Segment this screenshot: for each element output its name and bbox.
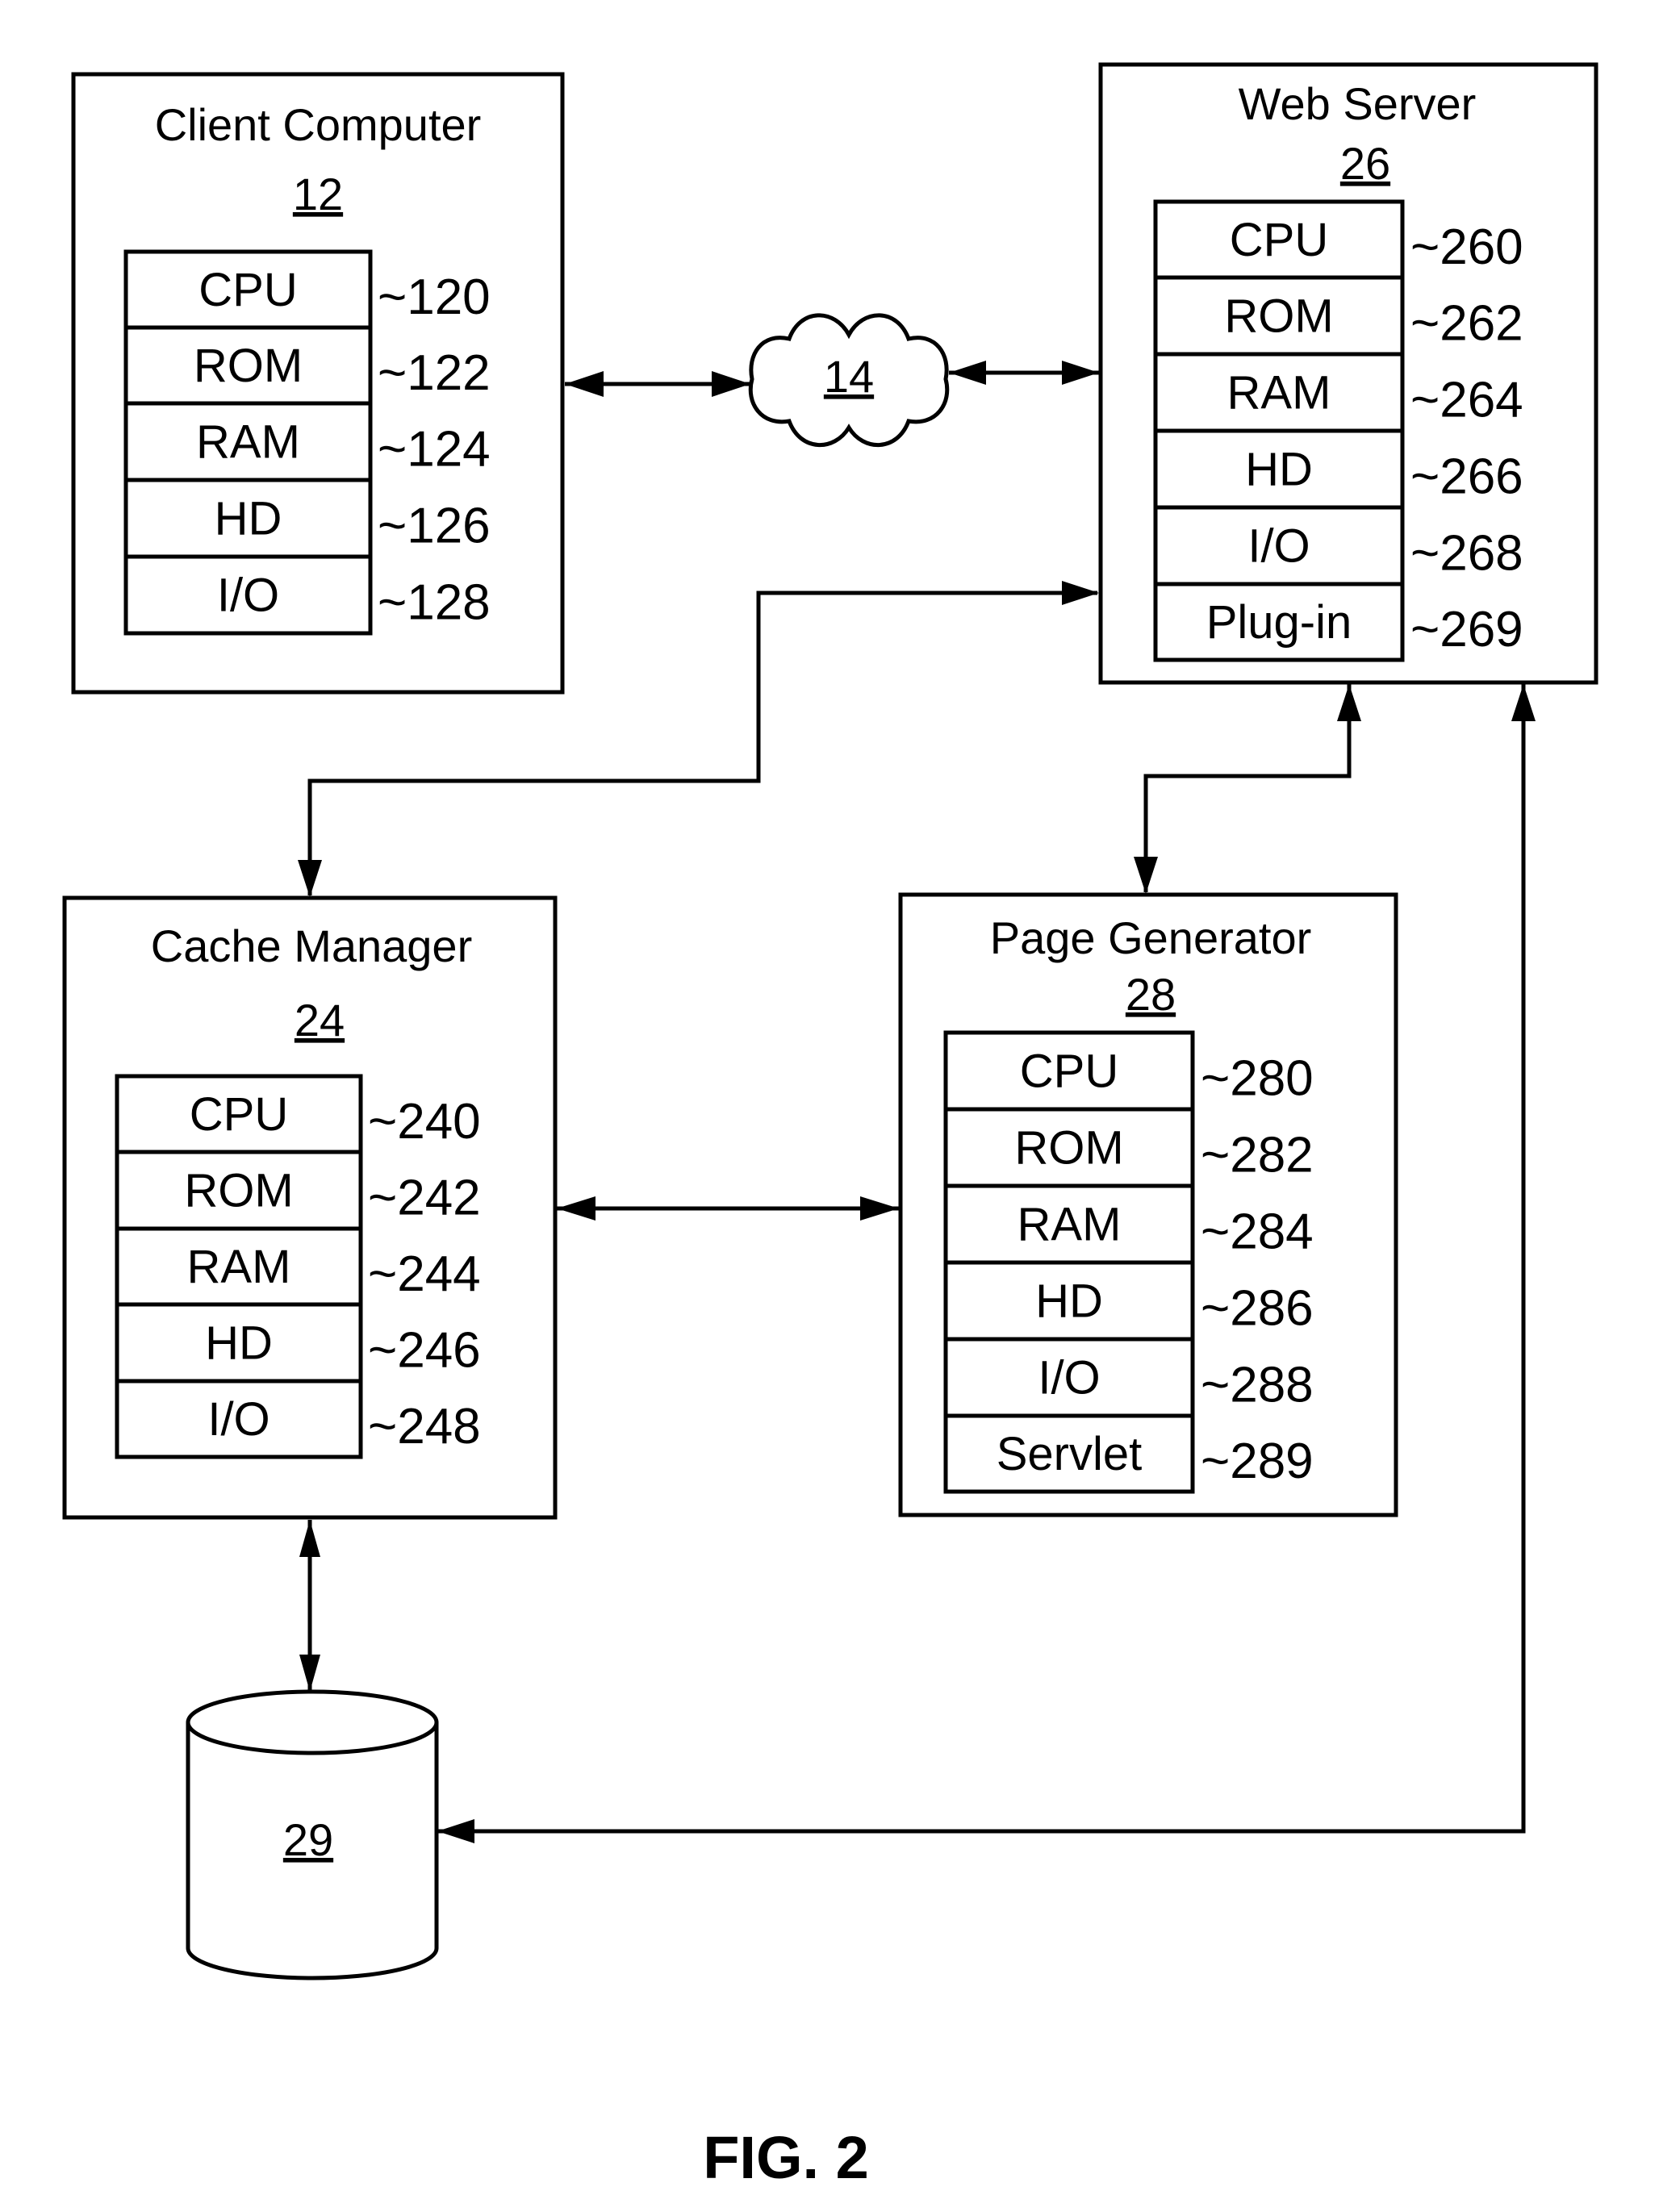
- component-ref-number: ~268: [1410, 526, 1523, 582]
- page-generator-node: Page Generator 28 CPU ~280 ROM ~282 RAM ~284 H…: [898, 892, 1398, 1517]
- component-label: CPU: [198, 264, 297, 316]
- component-label: RAM: [1227, 367, 1331, 419]
- client-computer-node: Client Computer 12 CPU ~120 ROM ~122 RAM ~124…: [71, 72, 565, 695]
- cache-manager-components: CPU ~240 ROM ~242 RAM ~244 HD ~246 I/O ~248: [115, 1074, 481, 1459]
- component-label: RAM: [1018, 1199, 1122, 1251]
- component-label: Plug-in: [1206, 596, 1352, 649]
- component-label: CPU: [190, 1088, 288, 1141]
- arrowhead-to-webserver-from-pagegen: [1337, 684, 1361, 721]
- component-ref-number: ~122: [378, 345, 491, 401]
- component-ref-number: ~246: [368, 1323, 481, 1379]
- component-ref-number: ~282: [1201, 1128, 1314, 1183]
- client-computer-ref: 12: [293, 169, 343, 219]
- arrowhead-to-webserver-from-network: [1062, 361, 1099, 385]
- system-diagram: Client Computer 12 CPU ~120 ROM ~122 RAM ~124…: [62, 62, 1598, 2191]
- network-cloud: 14: [748, 313, 950, 448]
- web-server-title: Web Server: [1239, 78, 1477, 129]
- component-label: Servlet: [997, 1428, 1143, 1480]
- component-label: ROM: [194, 340, 303, 392]
- component-label: ROM: [1224, 290, 1333, 343]
- figure-label: FIG. 2: [703, 2124, 869, 2191]
- component-ref-number: ~240: [368, 1094, 481, 1150]
- database-top: [186, 1689, 439, 1755]
- component-ref-number: ~284: [1201, 1204, 1314, 1260]
- component-label: I/O: [207, 1393, 270, 1446]
- component-label: HD: [1245, 444, 1313, 496]
- component-ref-number: ~248: [368, 1399, 481, 1454]
- component-label: ROM: [1014, 1122, 1123, 1175]
- component-ref-number: ~286: [1201, 1281, 1314, 1337]
- component-ref-number: ~262: [1410, 296, 1523, 352]
- cache-manager-node: Cache Manager 24 CPU ~240 ROM ~242 RAM ~244 HD…: [62, 895, 558, 1520]
- database-ref: 29: [283, 1814, 333, 1865]
- arrowhead-to-cache-from-webserver: [298, 860, 322, 897]
- component-label: RAM: [196, 416, 300, 469]
- component-label: CPU: [1230, 214, 1328, 266]
- database-cylinder: 29: [186, 1689, 439, 1980]
- arrowhead-to-pagegen-from-cache: [860, 1196, 899, 1221]
- component-label: HD: [1035, 1275, 1103, 1328]
- component-label: HD: [215, 493, 282, 545]
- component-label: HD: [205, 1317, 273, 1370]
- arrowhead-to-client: [565, 371, 604, 397]
- component-ref-number: ~264: [1410, 373, 1523, 428]
- arrowhead-to-database-from-cache: [299, 1655, 320, 1692]
- web-server-node: Web Server 26 CPU ~260 ROM ~262 RAM ~264 HD ~26…: [1098, 62, 1598, 685]
- arrowhead-to-cache-from-database: [299, 1520, 320, 1557]
- component-label: ROM: [184, 1165, 293, 1217]
- component-label: RAM: [187, 1241, 291, 1293]
- arrowhead-to-cache-from-pagegen: [557, 1196, 595, 1221]
- component-ref-number: ~126: [378, 499, 491, 554]
- web-server-ref: 26: [1340, 138, 1390, 189]
- arrowhead-to-webserver-from-cache: [1062, 581, 1099, 605]
- component-ref-number: ~242: [368, 1171, 481, 1226]
- arrowhead-to-network-left: [712, 371, 750, 397]
- component-ref-number: ~269: [1410, 602, 1523, 657]
- arrowhead-to-pagegen-from-webserver: [1134, 857, 1158, 894]
- component-ref-number: ~124: [378, 422, 491, 478]
- component-label: CPU: [1020, 1045, 1118, 1098]
- component-label: I/O: [1247, 520, 1310, 573]
- network-ref: 14: [824, 351, 874, 402]
- cache-manager-ref: 24: [295, 995, 345, 1045]
- component-ref-number: ~266: [1410, 449, 1523, 505]
- component-ref-number: ~244: [368, 1246, 481, 1302]
- component-ref-number: ~260: [1410, 219, 1523, 275]
- component-ref-number: ~120: [378, 269, 491, 325]
- client-computer-title: Client Computer: [155, 99, 482, 150]
- component-ref-number: ~280: [1201, 1051, 1314, 1107]
- arrowhead-to-database-from-webserver: [437, 1819, 474, 1843]
- component-label: I/O: [217, 570, 279, 622]
- client-computer-components: CPU ~120 ROM ~122 RAM ~124 HD ~126 I/O ~128: [123, 249, 491, 636]
- component-ref-number: ~288: [1201, 1358, 1314, 1413]
- cache-manager-title: Cache Manager: [151, 920, 472, 971]
- connector-webserver-pagegen: [1143, 684, 1352, 892]
- page-generator-title: Page Generator: [990, 912, 1311, 963]
- page-generator-ref: 28: [1126, 969, 1176, 1020]
- component-label: I/O: [1038, 1352, 1100, 1404]
- component-ref-number: ~128: [378, 575, 491, 631]
- arrowhead-to-network-right: [949, 361, 986, 385]
- arrowhead-to-webserver-from-database: [1511, 684, 1536, 721]
- component-ref-number: ~289: [1201, 1434, 1314, 1489]
